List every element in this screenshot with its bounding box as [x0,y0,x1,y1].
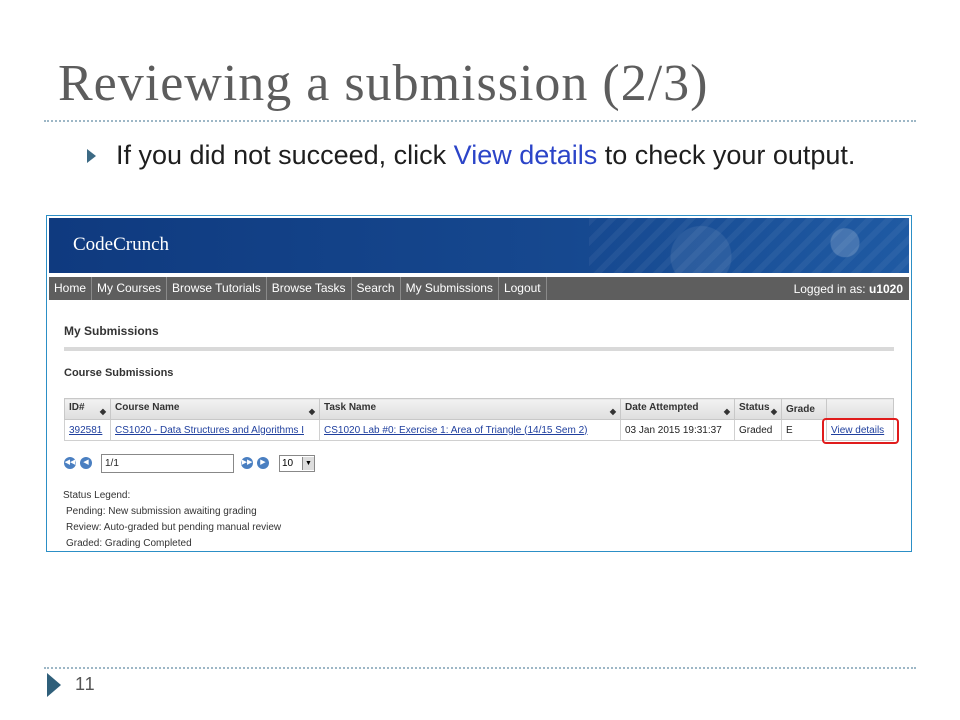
sort-icon[interactable]: ◆ [771,407,777,417]
nav-browse-tasks[interactable]: Browse Tasks [267,277,352,300]
page-size-value: 10 [282,457,294,469]
last-page-icon[interactable]: ▶ [257,457,269,469]
codecrunch-screenshot: CodeCrunch Home My Courses Browse Tutori… [46,215,912,552]
page-size-select[interactable]: 10 ▼ [279,454,315,472]
col-header-id[interactable]: ID# ◆ [64,398,111,420]
sort-icon[interactable]: ◆ [309,407,315,417]
task-link[interactable]: CS1020 Lab #0: Exercise 1: Area of Trian… [324,425,588,436]
logged-in-user: u1020 [868,281,903,296]
bullet-arrow-icon [87,149,96,163]
col-header-date[interactable]: Date Attempted ◆ [620,398,735,420]
sort-icon[interactable]: ◆ [610,407,616,417]
col-header-course-label: Course Name [115,401,180,413]
col-header-grade: Grade [781,398,827,420]
legend-heading: Status Legend: [63,490,131,501]
page-marker-icon [47,673,61,697]
col-header-status[interactable]: Status ◆ [734,398,782,420]
next-page-icon[interactable]: ▶▶ [241,457,253,469]
cell-date: 03 Jan 2015 19:31:37 [620,419,735,441]
col-header-date-label: Date Attempted [625,401,699,413]
cell-course[interactable]: CS1020 - Data Structures and Algorithms … [110,419,320,441]
cell-grade: E [781,419,827,441]
logged-in-label: Logged in as: [793,281,869,296]
cell-task[interactable]: CS1020 Lab #0: Exercise 1: Area of Trian… [319,419,621,441]
nav-home[interactable]: Home [49,277,93,300]
submission-id-link[interactable]: 392581 [69,425,102,436]
col-header-status-label: Status [739,401,770,413]
cell-id[interactable]: 392581 [64,419,111,441]
col-header-task-label: Task Name [324,401,377,413]
app-banner: CodeCrunch [49,218,909,273]
table-header-row: ID# ◆ Course Name ◆ Task Name ◆ Date Attemp… [64,398,894,420]
nav-logout[interactable]: Logout [499,277,547,300]
pager: ◀◀ ◀ ▶▶ ▶ 10 ▼ [64,453,315,473]
section-divider [64,347,894,351]
legend-item-graded: Graded: Grading Completed [66,538,192,549]
page-input[interactable] [101,453,234,473]
col-header-id-label: ID# [69,401,85,413]
cell-status: Graded [734,419,782,441]
footer-divider [44,667,916,669]
page-number: 11 [75,674,96,694]
nav-my-courses[interactable]: My Courses [92,277,168,300]
nav-browse-tutorials[interactable]: Browse Tutorials [167,277,267,300]
status-legend: Status Legend: Pending: New submission a… [63,488,282,551]
logged-in-status: Logged in as: u1020 [794,282,909,296]
view-details-highlight [822,418,899,444]
legend-item-pending: Pending: New submission awaiting grading [66,506,257,517]
nav-bar: Home My Courses Browse Tutorials Browse … [49,277,909,300]
page-title: My Submissions [64,324,159,338]
bullet-text-before: If you did not succeed, click [116,140,454,170]
sort-icon[interactable]: ◆ [100,407,106,417]
col-header-action [826,398,894,420]
nav-search[interactable]: Search [352,277,401,300]
bullet-text: If you did not succeed, click View detai… [116,138,876,172]
bullet-text-after: to check your output. [597,140,856,170]
col-header-task[interactable]: Task Name ◆ [319,398,621,420]
chevron-down-icon[interactable]: ▼ [302,456,314,470]
slide-title: Reviewing a submission (2/3) [58,55,709,112]
course-link[interactable]: CS1020 - Data Structures and Algorithms … [115,425,304,436]
banner-crest-icon [589,218,909,273]
prev-page-icon[interactable]: ◀ [80,457,92,469]
bullet-highlight: View details [453,140,598,170]
nav-my-submissions[interactable]: My Submissions [401,277,499,300]
title-divider [44,120,916,122]
first-page-icon[interactable]: ◀◀ [64,457,76,469]
table-row: 392581 CS1020 - Data Structures and Algo… [64,419,894,441]
col-header-course[interactable]: Course Name ◆ [110,398,320,420]
submissions-table: ID# ◆ Course Name ◆ Task Name ◆ Date Attemp… [64,398,894,441]
section-title: Course Submissions [64,367,174,379]
sort-icon[interactable]: ◆ [724,407,730,417]
app-brand[interactable]: CodeCrunch [73,234,169,256]
legend-item-review: Review: Auto-graded but pending manual r… [66,522,282,533]
